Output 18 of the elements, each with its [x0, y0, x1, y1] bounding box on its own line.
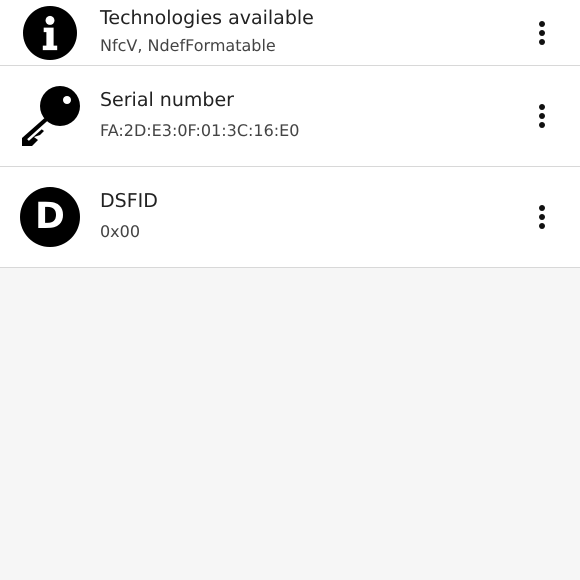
- item-value: 0x00: [100, 221, 142, 244]
- more-icon: [537, 20, 547, 46]
- item-value: FA:2D:E3:0F:01:3C:16:E0: [100, 120, 300, 142]
- list-row[interactable]: Serial number FA:2D:E3:0F:01:3C:16:E0: [0, 66, 580, 167]
- item-title: DSFID: [100, 190, 159, 212]
- item-title: Technologies available: [100, 7, 315, 30]
- letter-icon: D: [20, 187, 80, 247]
- list-row[interactable]: D DSFID 0x00: [0, 167, 580, 268]
- more-button[interactable]: [537, 103, 547, 129]
- more-button[interactable]: [537, 204, 547, 230]
- more-button[interactable]: [537, 20, 547, 46]
- item-value: NfcV, NdefFormatable: [100, 34, 277, 57]
- list-row[interactable]: Technologies available NfcV, NdefFormatable: [0, 0, 580, 66]
- item-title: Serial number: [100, 88, 235, 112]
- key-icon: [20, 86, 80, 146]
- more-icon: [537, 103, 547, 129]
- more-icon: [537, 204, 547, 230]
- info-icon: [23, 6, 77, 60]
